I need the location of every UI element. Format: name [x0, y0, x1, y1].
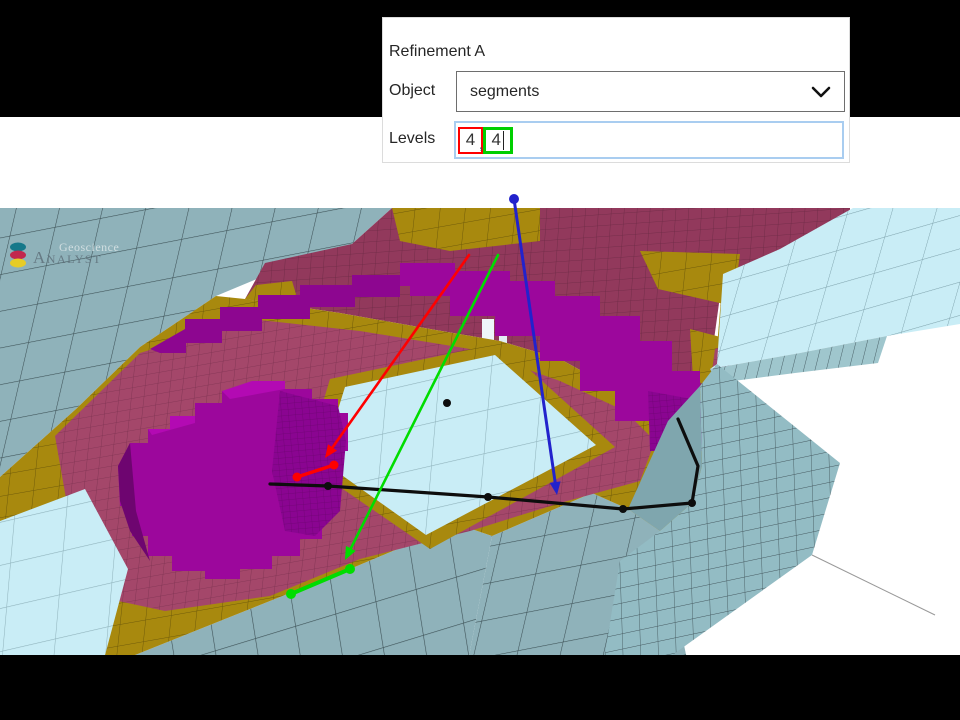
bottom-letterbox-bar [0, 655, 960, 720]
level-value-2-green-box: 4 [483, 127, 513, 154]
object-select[interactable]: segments [456, 71, 845, 112]
octree-mesh-scene [0, 117, 960, 720]
refinement-dialog: Refinement A Object segments Levels 4 , … [382, 17, 850, 163]
chevron-down-icon [810, 84, 832, 100]
object-label: Object [389, 82, 435, 100]
level-value-1: 4 [466, 130, 475, 150]
3d-viewport[interactable]: Geoscience Analyst Z N E [0, 117, 960, 655]
text-caret [503, 131, 505, 150]
levels-separator: , [479, 136, 482, 153]
level-value-2: 4 [492, 130, 501, 150]
levels-label: Levels [389, 130, 435, 148]
levels-input[interactable]: 4 , 4 [454, 121, 844, 159]
object-select-value: segments [470, 83, 539, 101]
application-window: Geoscience Analyst Z N E Refin [0, 0, 960, 720]
dialog-title: Refinement A [389, 43, 485, 61]
